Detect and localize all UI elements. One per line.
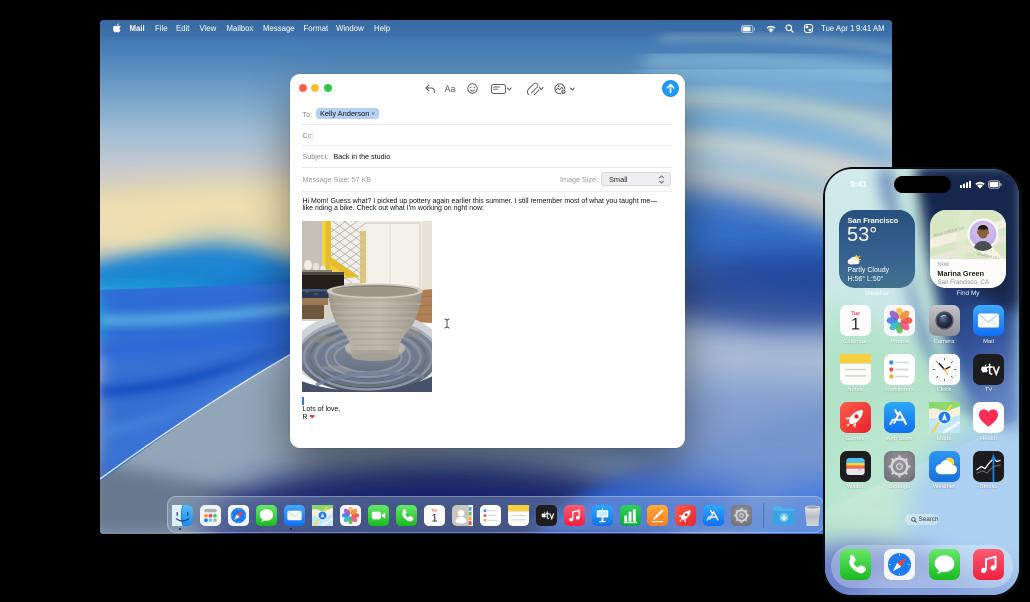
svg-text:1: 1 <box>850 316 859 334</box>
svg-text:1: 1 <box>431 512 437 524</box>
